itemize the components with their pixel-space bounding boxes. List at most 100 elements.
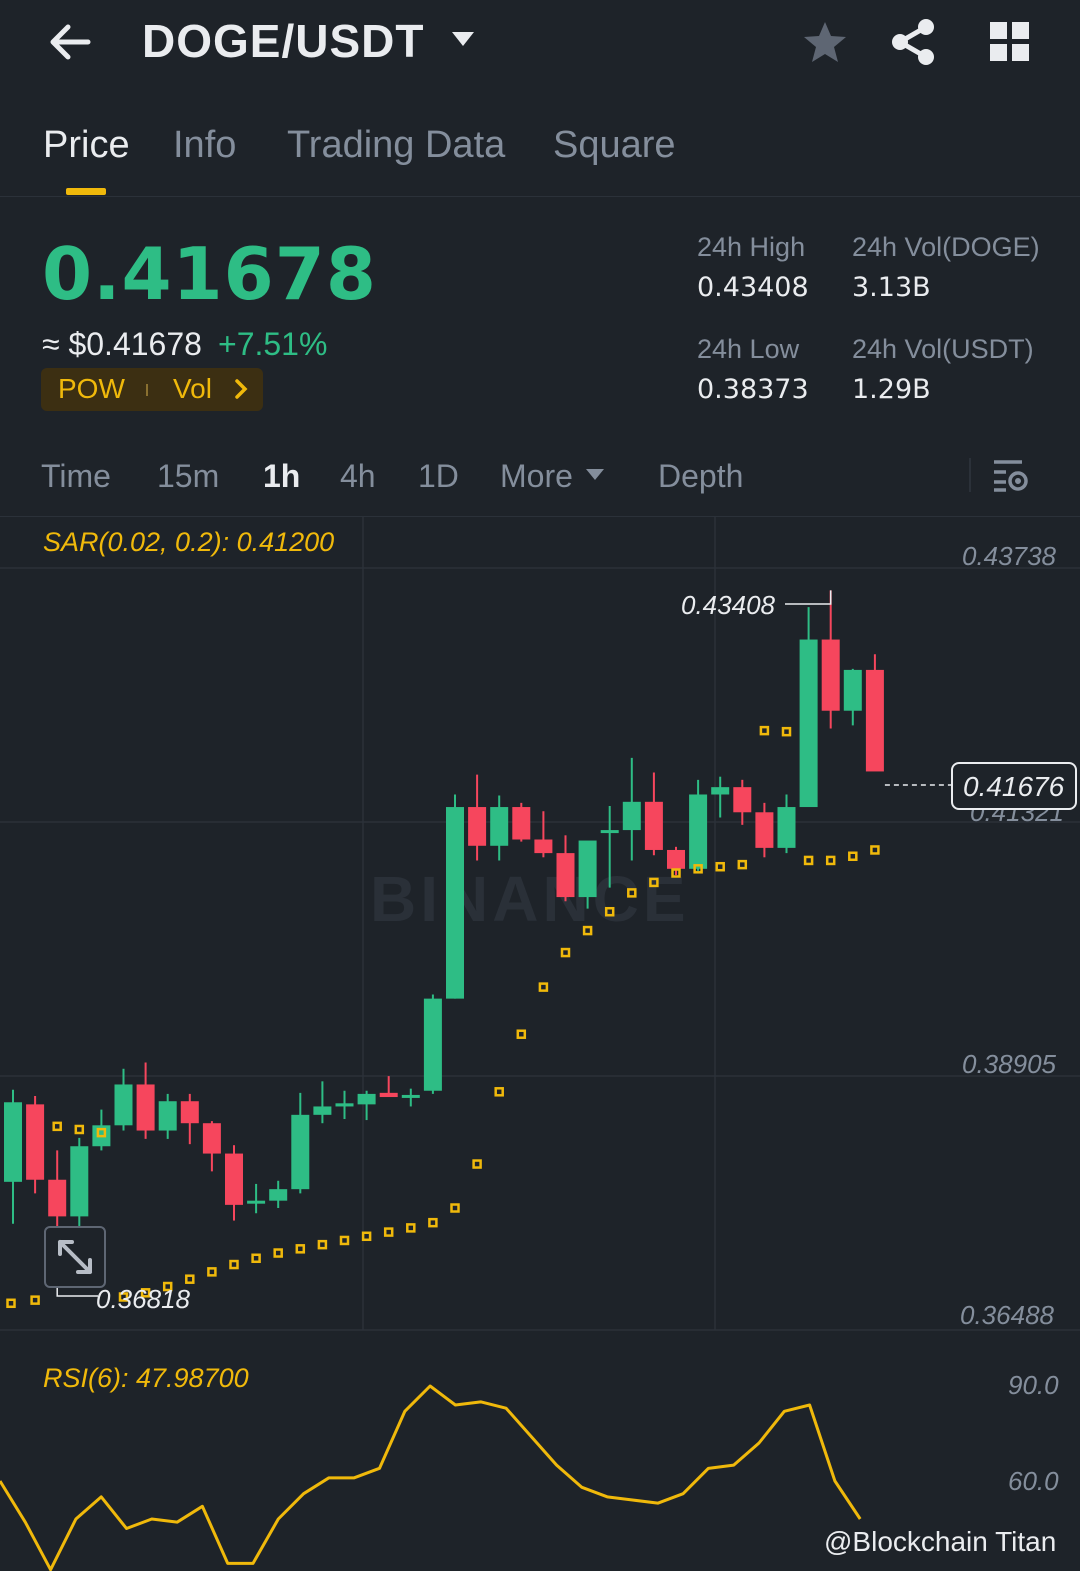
- star-icon[interactable]: [802, 20, 848, 69]
- sar-dot: [803, 855, 814, 866]
- vol-quote-label: 24h Vol(USDT): [852, 334, 1034, 364]
- candle-body: [335, 1103, 354, 1107]
- candle-body: [843, 669, 862, 711]
- sar-dot: [582, 925, 593, 936]
- y-axis-label: 0.43738: [962, 541, 1056, 571]
- sar-dot: [207, 1267, 217, 1277]
- sar-dot: [715, 861, 725, 872]
- tag-separator: [146, 384, 148, 396]
- candle-body: [158, 1101, 177, 1131]
- sar-dot: [74, 1124, 85, 1135]
- candle-body: [4, 1102, 22, 1182]
- sar-dot: [759, 725, 770, 736]
- candle-body: [865, 669, 884, 772]
- candle-body: [821, 639, 840, 711]
- tag-pow[interactable]: POW: [58, 373, 125, 405]
- candle-body: [644, 801, 663, 850]
- tab-square[interactable]: Square: [553, 124, 676, 167]
- divider: [0, 196, 1080, 197]
- rsi-line: [0, 1384, 862, 1571]
- interval-15m[interactable]: 15m: [157, 458, 219, 495]
- price-change-percent: +7.51%: [218, 326, 328, 362]
- usd-equivalent: ≈ $0.41678: [42, 326, 202, 362]
- candle-body: [202, 1123, 221, 1154]
- chevron-right-icon[interactable]: [233, 377, 249, 406]
- expand-chart-button[interactable]: [44, 1226, 106, 1288]
- tab-info[interactable]: Info: [173, 124, 236, 167]
- share-icon[interactable]: [890, 18, 936, 71]
- sar-dot: [428, 1217, 438, 1228]
- trading-pair-title[interactable]: DOGE/USDT: [142, 14, 424, 68]
- sar-dot: [295, 1244, 306, 1254]
- candle-body: [689, 794, 708, 869]
- tag-vol[interactable]: Vol: [173, 373, 212, 405]
- high-price-marker: 0.43408: [681, 590, 775, 620]
- last-price: 0.41678: [42, 232, 377, 316]
- candle-body: [556, 853, 575, 898]
- sar-dot: [627, 888, 637, 898]
- candle-body: [26, 1104, 45, 1180]
- sar-dot: [406, 1223, 416, 1233]
- sar-dot: [538, 982, 549, 992]
- candle-body: [711, 787, 730, 795]
- candle-body: [291, 1114, 310, 1190]
- candle-body: [114, 1084, 133, 1126]
- sar-dot: [494, 1087, 504, 1097]
- credit-watermark: @Blockchain Titan: [824, 1526, 1057, 1557]
- candle-body: [578, 840, 597, 898]
- sar-dot: [229, 1259, 239, 1270]
- candle-body: [48, 1179, 67, 1217]
- tab-trading-data[interactable]: Trading Data: [287, 124, 505, 167]
- sar-dot: [251, 1253, 261, 1264]
- interval-time[interactable]: Time: [41, 458, 111, 495]
- high-marker-line: [785, 590, 832, 605]
- back-arrow-icon[interactable]: [44, 18, 96, 66]
- interval-1h[interactable]: 1h: [263, 458, 300, 495]
- sar-dot: [339, 1235, 350, 1246]
- interval-4h[interactable]: 4h: [340, 458, 376, 495]
- interval-1d[interactable]: 1D: [418, 458, 459, 495]
- y-axis-label: 0.36488: [960, 1300, 1054, 1330]
- depth-tab[interactable]: Depth: [658, 458, 743, 495]
- sar-indicator-label: SAR(0.02, 0.2): 0.41200: [43, 527, 335, 557]
- candle-body: [423, 998, 442, 1091]
- candle-body: [490, 807, 509, 846]
- chart-settings-icon[interactable]: [992, 458, 1030, 499]
- rsi-indicator-label: RSI(6): 47.98700: [43, 1363, 249, 1393]
- candle-body: [534, 839, 553, 854]
- sar-dot: [848, 851, 858, 861]
- y-axis-label: 0.38905: [962, 1049, 1056, 1079]
- grid-icon[interactable]: [988, 20, 1032, 69]
- caret-down-icon[interactable]: [450, 30, 476, 53]
- sar-dot: [450, 1203, 460, 1213]
- candle-body: [777, 807, 796, 848]
- low-price-marker: 0.36818: [96, 1284, 190, 1314]
- candlestick-chart[interactable]: [0, 517, 1080, 1571]
- candle-body: [468, 807, 487, 846]
- expand-icon: [58, 1240, 92, 1274]
- sar-dot: [649, 877, 659, 888]
- candle-body: [446, 807, 464, 999]
- low-value: 0.38373: [697, 374, 809, 405]
- divider: [969, 458, 971, 492]
- interval-more[interactable]: More: [500, 458, 573, 495]
- candle-body: [379, 1092, 398, 1098]
- caret-down-icon[interactable]: [585, 468, 605, 487]
- tab-price[interactable]: Price: [43, 124, 130, 167]
- sar-dot: [185, 1274, 195, 1284]
- candle-body: [733, 787, 752, 813]
- high-label: 24h High: [697, 232, 806, 262]
- sar-dot: [604, 906, 615, 917]
- active-tab-indicator: [66, 188, 106, 195]
- sar-dot: [516, 1029, 527, 1039]
- candle-body: [269, 1189, 288, 1201]
- candle-body: [755, 812, 774, 848]
- sar-dot: [361, 1231, 372, 1242]
- low-label: 24h Low: [697, 334, 800, 364]
- candle-body: [357, 1093, 376, 1105]
- sar-dot: [383, 1227, 394, 1237]
- high-value: 0.43408: [697, 272, 809, 303]
- vol-base-value: 3.13B: [852, 272, 931, 303]
- candle-body: [512, 807, 531, 840]
- candle-body: [622, 801, 641, 831]
